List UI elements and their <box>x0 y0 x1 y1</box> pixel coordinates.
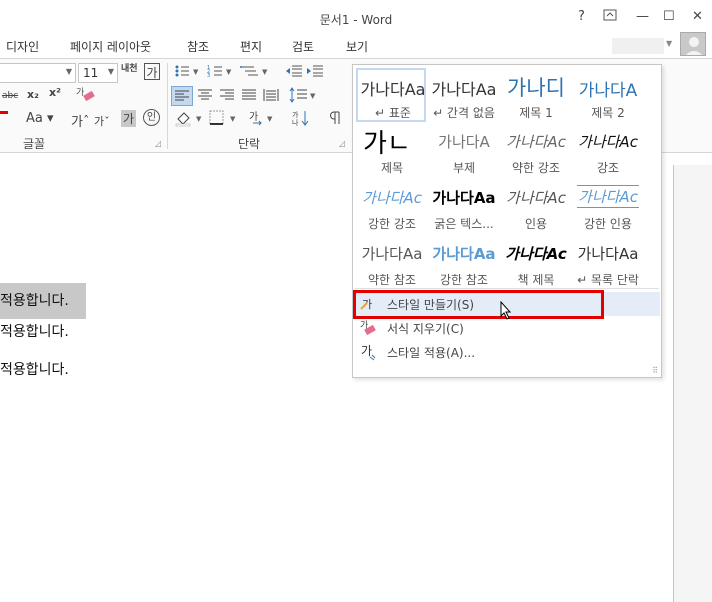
close-button[interactable]: ✕ <box>692 9 703 24</box>
style-intense-emphasis[interactable]: 가나다Ac 강한 강조 <box>357 181 427 235</box>
align-right-icon[interactable] <box>218 87 236 106</box>
bullets-icon[interactable]: ▼ <box>174 64 202 81</box>
justify-icon[interactable] <box>240 87 258 106</box>
subscript-icon[interactable]: x₂ <box>27 88 39 101</box>
style-normal[interactable]: 가나다Aa ↵ 표준 <box>356 68 426 122</box>
mouse-cursor-icon <box>500 300 512 324</box>
menu-divider <box>355 288 659 289</box>
svg-text:나: 나 <box>292 118 299 127</box>
hangul-phonetic-icon[interactable]: 내천 <box>121 61 138 74</box>
svg-text:▼: ▼ <box>310 92 316 100</box>
tab-view[interactable]: 보기 <box>346 38 368 55</box>
document-line[interactable]: 적용합니다. <box>0 283 86 319</box>
tab-references[interactable]: 참조 <box>187 38 209 55</box>
document-line[interactable]: 적용합니다. <box>0 358 69 382</box>
text-direction-icon[interactable]: 가 ▼ <box>249 109 277 130</box>
account-name[interactable] <box>612 38 664 54</box>
style-subtle-reference[interactable]: 가나다Aa 약한 참조 <box>357 237 427 291</box>
maximize-button[interactable]: ☐ <box>663 9 675 24</box>
svg-text:3: 3 <box>207 73 210 78</box>
show-hide-marks-icon[interactable] <box>328 110 342 129</box>
align-left-button[interactable] <box>171 86 193 106</box>
font-size-combo[interactable]: 11 ▼ <box>78 63 118 83</box>
superscript-icon[interactable]: x² <box>49 86 61 99</box>
svg-text:▼: ▼ <box>226 68 232 76</box>
style-no-spacing[interactable]: 가나다Aa ↵ 간격 없음 <box>429 70 499 124</box>
clear-all-formatting-icon[interactable]: 가 <box>76 86 96 105</box>
shading-icon[interactable]: ▼ <box>174 109 206 130</box>
style-subtle-emphasis[interactable]: 가나다Ac 약한 강조 <box>501 125 571 179</box>
menu-apply-styles[interactable]: 가 스타일 적용(A)... <box>354 340 660 364</box>
avatar[interactable] <box>680 32 706 56</box>
resize-grip-icon[interactable]: ⠿ <box>652 366 658 375</box>
style-intense-quote[interactable]: 가나다Ac 강한 인용 <box>573 181 643 235</box>
style-strong[interactable]: 가나다Aa 굵은 텍스... <box>429 181 499 235</box>
tab-page-layout[interactable]: 페이지 레이아웃 <box>70 38 151 55</box>
shrink-font-icon[interactable]: 가ˇ <box>94 113 110 129</box>
style-heading-1[interactable]: 가나디 제목 1 <box>501 70 571 124</box>
document-line[interactable]: 적용합니다. <box>0 320 69 344</box>
enclose-characters-icon[interactable]: 인 <box>143 109 160 126</box>
group-label-paragraph: 단락 <box>238 137 261 151</box>
svg-text:▼: ▼ <box>267 115 273 123</box>
tab-mailings[interactable]: 편지 <box>240 38 262 55</box>
character-shading-icon[interactable]: 가 <box>121 110 137 127</box>
svg-text:가: 가 <box>292 110 299 119</box>
style-intense-reference[interactable]: 가나다Aa 강한 참조 <box>429 237 499 291</box>
decrease-indent-icon[interactable] <box>285 64 303 81</box>
font-name-combo[interactable]: ▼ <box>0 63 76 83</box>
help-button[interactable]: ? <box>578 9 585 24</box>
strikethrough-icon[interactable]: abc <box>2 91 18 101</box>
svg-text:▼: ▼ <box>196 115 202 123</box>
highlight-box <box>353 290 604 319</box>
svg-text:▼: ▼ <box>262 68 268 76</box>
minimize-button[interactable]: — <box>636 9 649 24</box>
line-spacing-icon[interactable]: ▼ <box>289 86 317 107</box>
styles-gallery-dropdown: 가나다Aa ↵ 표준 가나다Aa ↵ 간격 없음 가나디 제목 1 가나다A 제… <box>352 64 662 378</box>
group-label-font: 글꼴 <box>23 137 46 151</box>
font-size-value: 11 <box>83 66 99 80</box>
multilevel-list-icon[interactable]: ▼ <box>240 64 272 81</box>
increase-indent-icon[interactable] <box>306 64 324 81</box>
apply-styles-icon: 가 <box>359 343 377 361</box>
clear-formatting-icon: 가 <box>359 319 377 337</box>
change-case-icon[interactable]: Aa ▾ <box>26 111 54 126</box>
chevron-down-icon[interactable]: ▼ <box>666 39 672 48</box>
style-title[interactable]: 가ㄴ 제목 <box>357 125 427 179</box>
style-emphasis[interactable]: 가나다Ac 강조 <box>573 125 643 179</box>
ribbon-display-options-icon[interactable] <box>603 9 617 25</box>
ribbon-tabs: 디자인 페이지 레이아웃 참조 편지 검토 보기 ▼ <box>0 36 712 58</box>
tab-design[interactable]: 디자인 <box>6 38 39 55</box>
tab-review[interactable]: 검토 <box>292 38 314 55</box>
numbering-icon[interactable]: 1 2 3 ▼ <box>207 64 235 81</box>
style-list-paragraph[interactable]: 가나다Aa ↵ 목록 단락 <box>573 237 643 291</box>
font-dialog-launcher-icon[interactable]: ◿ <box>155 139 161 148</box>
borders-icon[interactable]: ▼ <box>208 109 240 130</box>
title-bar: 문서1 - Word ? — ☐ ✕ <box>0 0 712 36</box>
svg-text:▼: ▼ <box>193 68 199 76</box>
character-border-icon[interactable]: 가 <box>144 63 160 80</box>
style-book-title[interactable]: 가나다Ac 책 제목 <box>501 237 571 291</box>
style-heading-2[interactable]: 가나다A 제목 2 <box>573 70 643 124</box>
svg-text:가: 가 <box>249 111 258 123</box>
distributed-icon[interactable] <box>262 87 280 106</box>
align-center-icon[interactable] <box>196 87 214 106</box>
svg-text:가: 가 <box>361 344 372 358</box>
svg-text:가: 가 <box>76 87 84 98</box>
svg-text:▼: ▼ <box>230 115 236 123</box>
sort-icon[interactable]: 가나 <box>292 109 310 130</box>
group-divider <box>167 63 168 149</box>
font-color-bar <box>0 111 8 114</box>
style-subtitle[interactable]: 가나다A 부제 <box>429 125 499 179</box>
paragraph-dialog-launcher-icon[interactable]: ◿ <box>339 139 345 148</box>
style-quote[interactable]: 가나다Ac 인용 <box>501 181 571 235</box>
vertical-scrollbar[interactable] <box>674 165 712 602</box>
grow-font-icon[interactable]: 가ˆ <box>71 111 89 130</box>
